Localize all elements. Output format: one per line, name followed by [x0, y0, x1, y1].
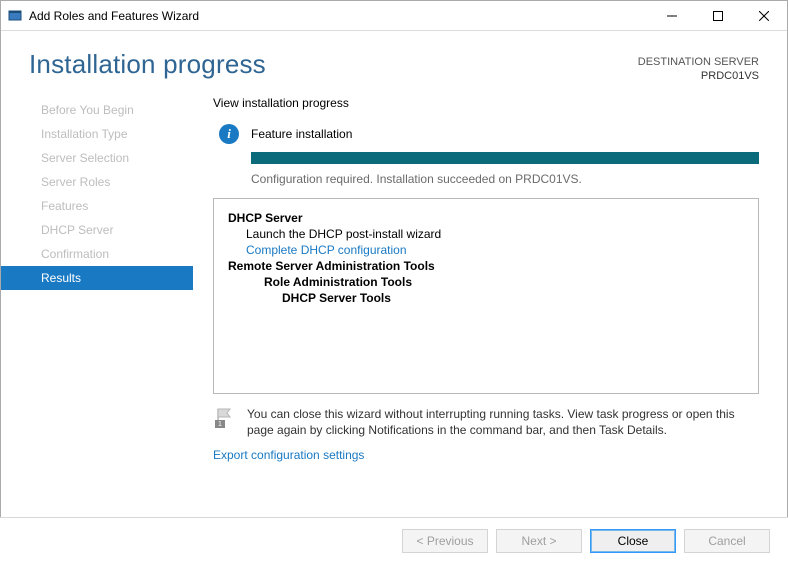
step-installation-type: Installation Type: [1, 122, 193, 146]
info-icon: i: [219, 124, 239, 144]
export-settings-link[interactable]: Export configuration settings: [213, 448, 759, 462]
next-button: Next >: [496, 529, 582, 553]
note-text: You can close this wizard without interr…: [247, 406, 759, 438]
svg-text:1: 1: [218, 421, 222, 428]
status-message: Configuration required. Installation suc…: [251, 172, 759, 186]
step-server-selection: Server Selection: [1, 146, 193, 170]
close-button[interactable]: Close: [590, 529, 676, 553]
status-title: Feature installation: [251, 127, 352, 141]
progress-fill: [251, 152, 759, 164]
minimize-button[interactable]: [649, 1, 695, 31]
step-server-roles: Server Roles: [1, 170, 193, 194]
wizard-steps-sidebar: Before You Begin Installation Type Serve…: [1, 92, 193, 507]
result-role: DHCP Server: [228, 211, 744, 225]
step-features: Features: [1, 194, 193, 218]
step-before-you-begin: Before You Begin: [1, 98, 193, 122]
titlebar: Add Roles and Features Wizard: [1, 1, 787, 31]
progress-bar: [251, 152, 759, 164]
results-box: DHCP Server Launch the DHCP post-install…: [213, 198, 759, 394]
destination-label: DESTINATION SERVER: [638, 55, 759, 69]
result-rsat-sub: Role Administration Tools: [264, 275, 744, 289]
maximize-button[interactable]: [695, 1, 741, 31]
step-dhcp-server: DHCP Server: [1, 218, 193, 242]
step-confirmation: Confirmation: [1, 242, 193, 266]
complete-dhcp-link[interactable]: Complete DHCP configuration: [246, 243, 744, 257]
previous-button: < Previous: [402, 529, 488, 553]
step-results[interactable]: Results: [1, 266, 193, 290]
destination-server-name: PRDC01VS: [638, 69, 759, 83]
section-label: View installation progress: [213, 96, 759, 110]
result-role-hint: Launch the DHCP post-install wizard: [246, 227, 744, 241]
cancel-button: Cancel: [684, 529, 770, 553]
close-window-button[interactable]: [741, 1, 787, 31]
flag-icon: 1: [213, 406, 237, 430]
destination-server-info: DESTINATION SERVER PRDC01VS: [638, 49, 759, 84]
wizard-footer: < Previous Next > Close Cancel: [0, 517, 788, 563]
window-title: Add Roles and Features Wizard: [29, 9, 199, 23]
result-rsat-sub2: DHCP Server Tools: [282, 291, 744, 305]
page-title: Installation progress: [29, 49, 266, 80]
app-icon: [7, 8, 23, 24]
result-rsat: Remote Server Administration Tools: [228, 259, 744, 273]
header: Installation progress DESTINATION SERVER…: [1, 31, 787, 92]
main-panel: View installation progress i Feature ins…: [193, 92, 787, 507]
